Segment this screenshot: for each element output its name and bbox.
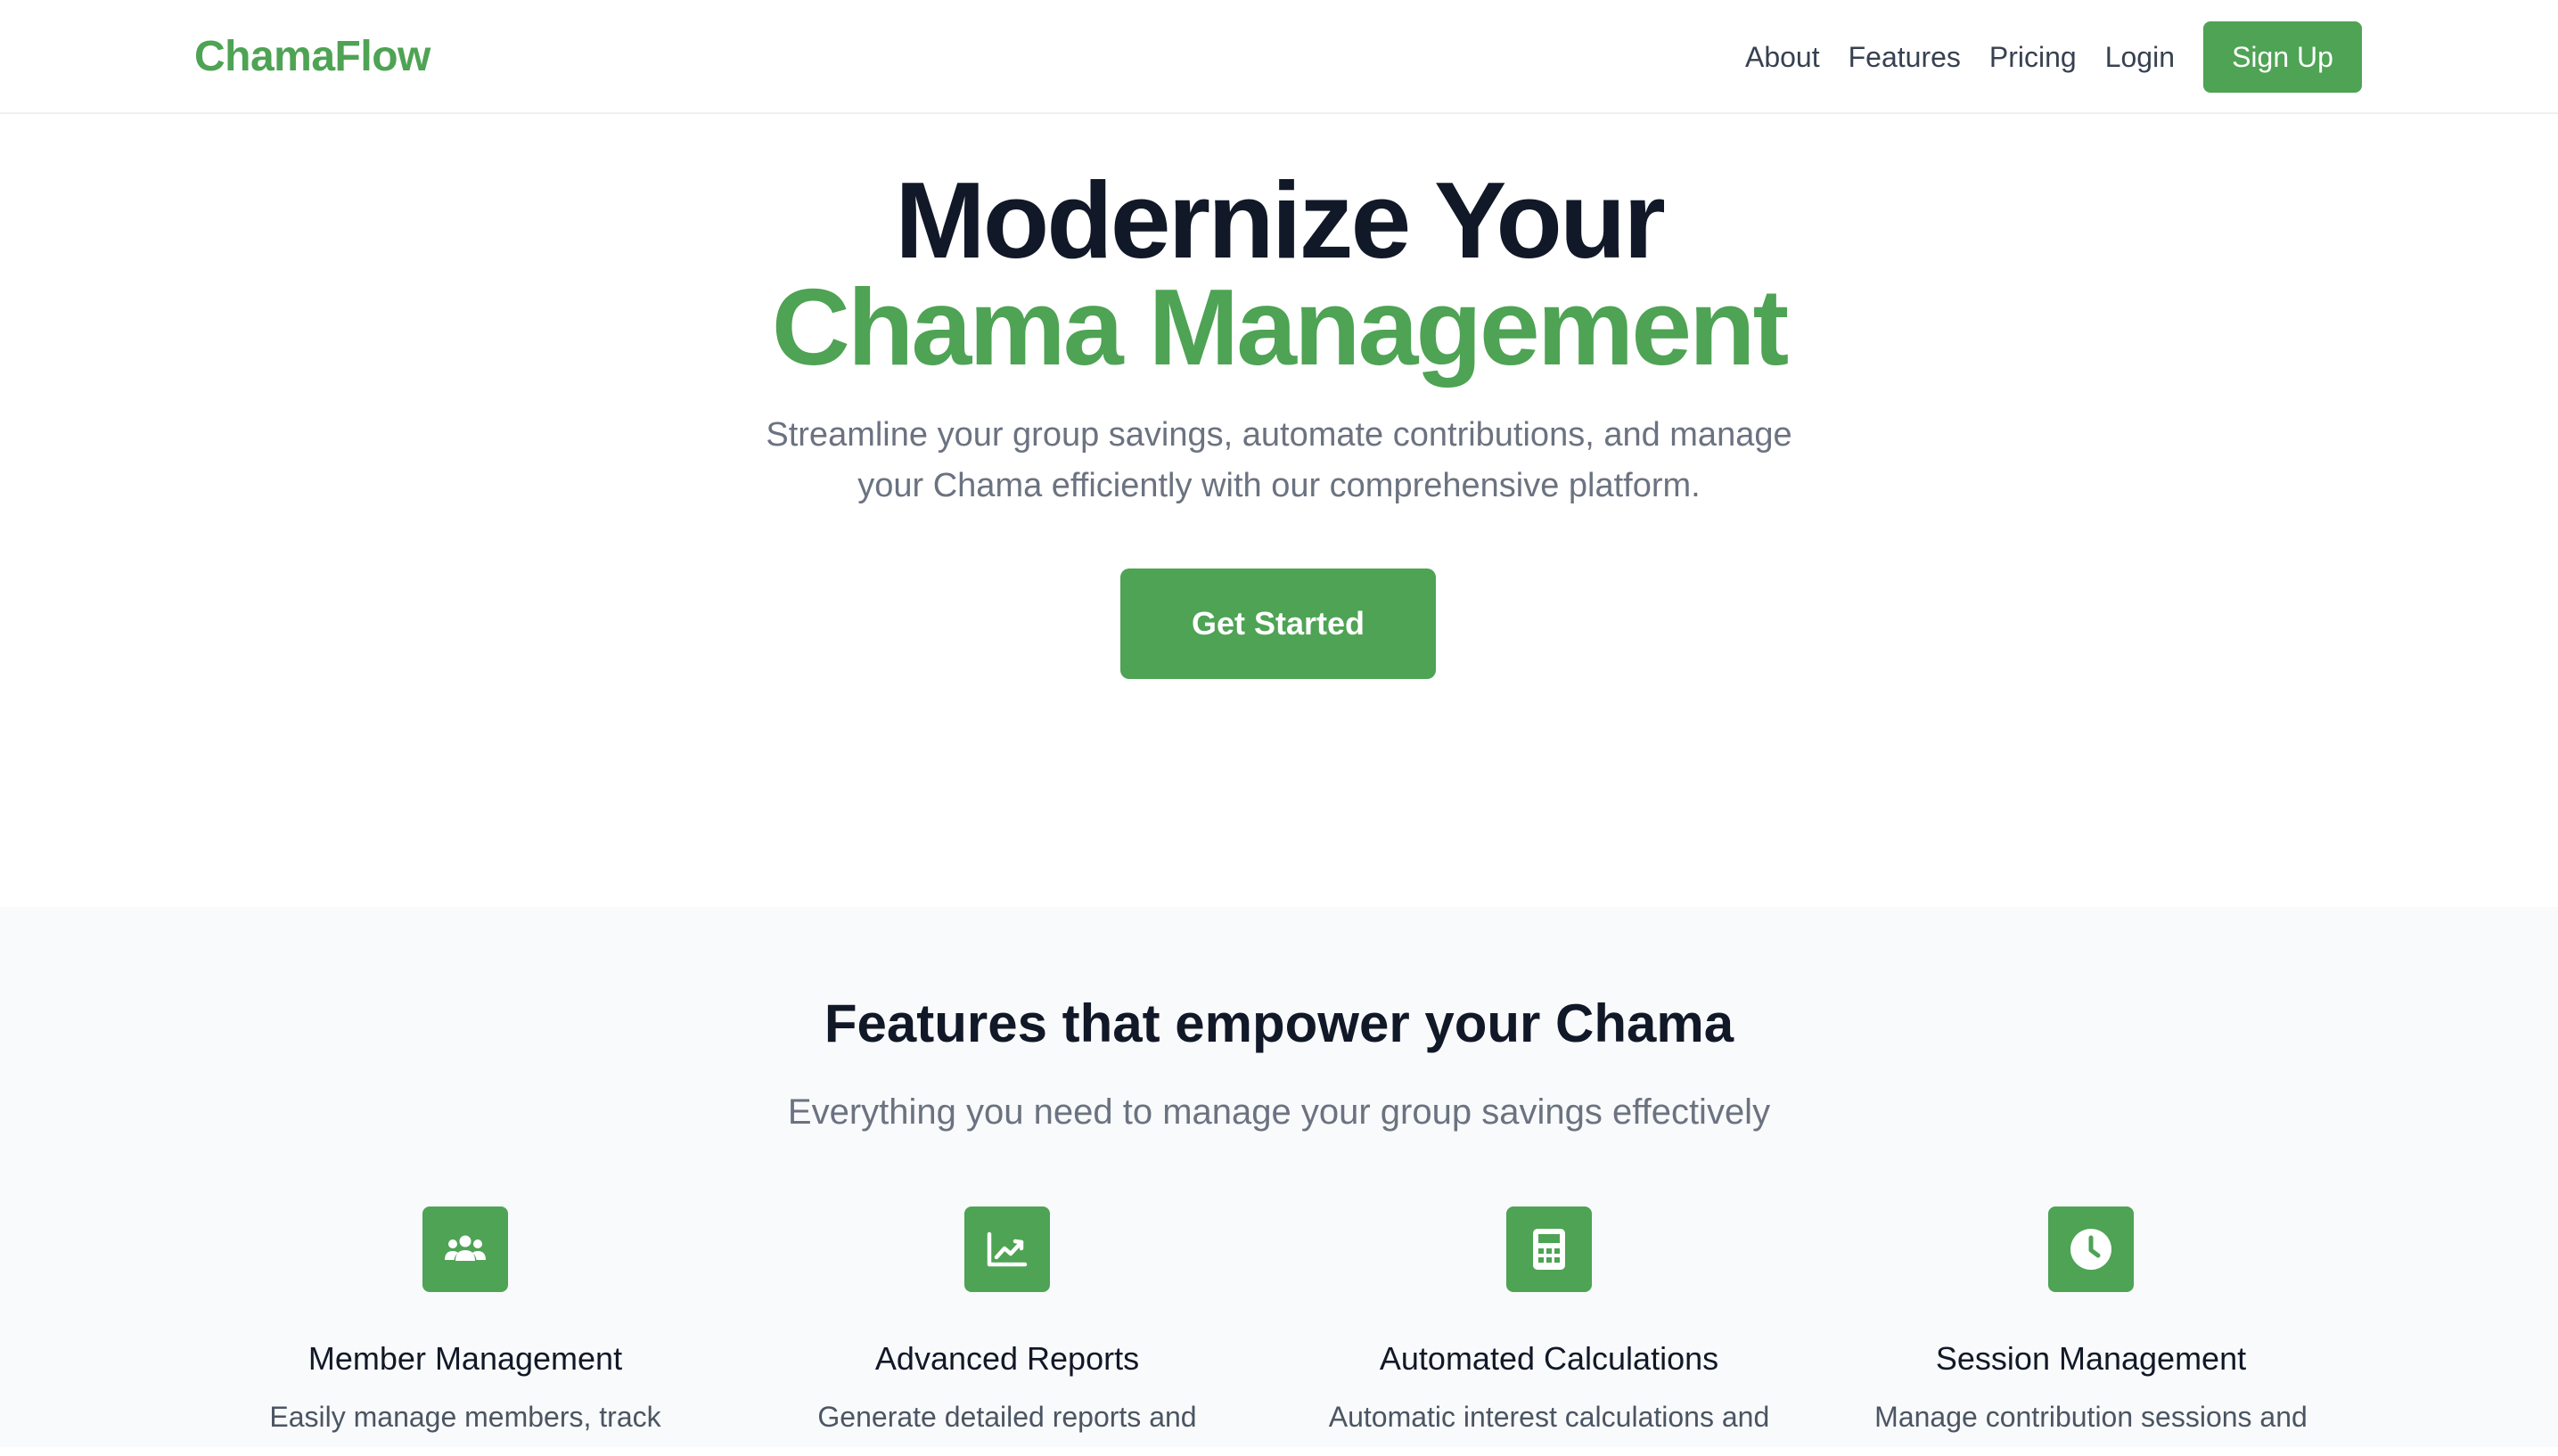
feature-name: Session Management	[1935, 1340, 2247, 1377]
feature-card-member-management: Member Management Easily manage members,…	[194, 1207, 736, 1456]
nav-link-about[interactable]: About	[1745, 39, 1820, 75]
feature-card-advanced-reports: Advanced Reports Generate detailed repor…	[736, 1207, 1278, 1456]
clock-icon	[2048, 1207, 2134, 1292]
feature-card-session-management: Session Management Manage contribution s…	[1820, 1207, 2362, 1456]
nav-link-pricing[interactable]: Pricing	[1989, 39, 2077, 75]
features-section: Features that empower your Chama Everyth…	[0, 907, 2558, 1447]
features-title: Features that empower your Chama	[824, 994, 1734, 1053]
chart-line-icon	[964, 1207, 1050, 1292]
nav-links: About Features Pricing Login Sign Up	[1745, 21, 2362, 93]
feature-name: Automated Calculations	[1379, 1340, 1719, 1377]
nav-link-features[interactable]: Features	[1849, 39, 1961, 75]
feature-name: Member Management	[307, 1340, 623, 1377]
users-icon	[422, 1207, 508, 1292]
hero-section: Modernize Your Chama Management Streamli…	[0, 116, 2558, 907]
brand-logo[interactable]: ChamaFlow	[194, 27, 430, 87]
sign-up-button[interactable]: Sign Up	[2203, 21, 2362, 93]
features-subtitle: Everything you need to manage your group…	[787, 1092, 1771, 1132]
hero-subtitle: Streamline your group savings, automate …	[766, 416, 1792, 504]
feature-name: Advanced Reports	[874, 1340, 1140, 1377]
calculator-icon	[1506, 1207, 1592, 1292]
nav-link-login[interactable]: Login	[2105, 39, 2175, 75]
feature-description: Manage contribution sessions and	[1874, 1401, 2308, 1433]
hero-title-line1: Modernize Your	[895, 160, 1666, 281]
top-navbar: ChamaFlow About Features Pricing Login S…	[0, 0, 2558, 114]
feature-card-automated-calculations: Automated Calculations Automatic interes…	[1278, 1207, 1820, 1456]
feature-description: Generate detailed reports and	[817, 1401, 1197, 1433]
get-started-button[interactable]: Get Started	[1120, 568, 1436, 679]
feature-description: Easily manage members, track	[269, 1401, 661, 1433]
hero-title-line2: Chama Management	[771, 266, 1789, 388]
feature-description: Automatic interest calculations and	[1328, 1401, 1770, 1433]
